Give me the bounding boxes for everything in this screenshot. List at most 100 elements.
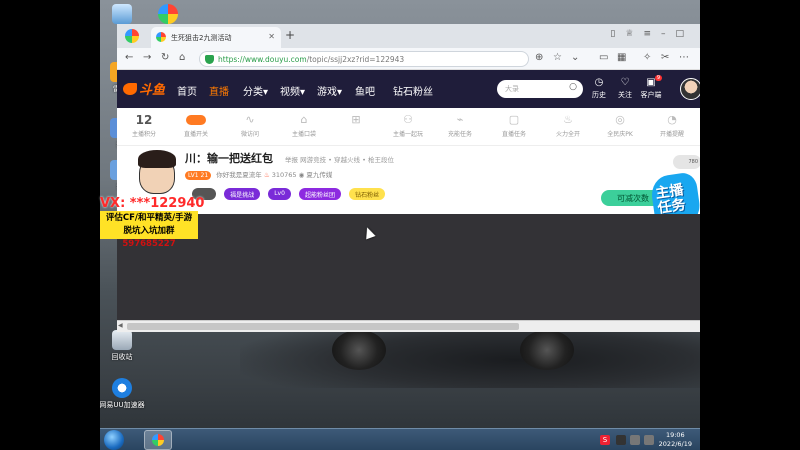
tool-micro-visit[interactable]: ∿ 微访问	[225, 113, 275, 138]
browser-logo-icon[interactable]	[125, 29, 139, 43]
caret-down-icon: ▾	[263, 87, 269, 98]
streamer-avatar[interactable]	[135, 148, 179, 196]
nav-diamond-fans[interactable]: 钻石粉丝	[393, 83, 433, 98]
cut-icon[interactable]: ✂	[661, 52, 669, 63]
url-path: /topic/ssjj2xz?rid=122943	[306, 55, 405, 64]
tool-full-fire[interactable]: ♨ 火力全开	[543, 113, 593, 138]
horizontal-scrollbar[interactable]: ◀	[117, 320, 700, 332]
new-tab-icon[interactable]: +	[285, 28, 295, 42]
tool-live-reminder[interactable]: ◔ 开播提醒	[647, 113, 697, 138]
minimize-icon[interactable]: –	[661, 29, 676, 39]
tool-anchor-pocket[interactable]: ⌂ 主播口袋	[279, 113, 329, 138]
history-button[interactable]: ◷ 历史	[587, 77, 611, 100]
chevron-down-icon[interactable]: ⌄	[571, 52, 579, 63]
pk-icon: ◎	[615, 113, 625, 126]
browser-icon	[158, 4, 178, 24]
tool-gift[interactable]: ⊞	[331, 113, 381, 129]
tool-live-switch[interactable]: 直播开关	[171, 113, 221, 138]
apps-icon[interactable]: ▦	[617, 52, 626, 63]
fire-icon: ♨	[563, 113, 573, 126]
tool-live-task[interactable]: ▢ 直播任务	[489, 113, 539, 138]
nav-yuba[interactable]: 鱼吧	[355, 83, 375, 98]
url-input[interactable]: https://www.douyu.com/topic/ssjj2xz?rid=…	[199, 51, 529, 67]
video-player[interactable]	[117, 214, 700, 320]
fire-icon: ♨	[263, 171, 270, 179]
network-icon[interactable]	[644, 435, 654, 445]
url-host: https://www.douyu.com	[218, 55, 307, 64]
forward-icon[interactable]: →	[143, 52, 151, 63]
tool-charge-task[interactable]: ⌁ 充能任务	[435, 113, 485, 138]
tool-anchor-points[interactable]: 12 主播积分	[119, 113, 169, 138]
scroll-left-icon[interactable]: ◀	[118, 322, 123, 329]
menu-icon[interactable]: ▯	[610, 29, 625, 39]
maximize-icon[interactable]: □	[675, 29, 694, 39]
level-text: LV1	[188, 172, 199, 179]
tray-icon[interactable]	[616, 435, 626, 445]
douyu-logo[interactable]: 斗鱼	[123, 79, 165, 98]
pill-challenge[interactable]: 福是挑战	[224, 188, 261, 200]
toggle-icon	[186, 115, 206, 125]
nav-label: 分类	[243, 87, 263, 98]
users-icon: ⚇	[403, 113, 413, 126]
back-icon[interactable]: ←	[125, 52, 133, 63]
nav-home[interactable]: 首页	[177, 83, 197, 98]
follow-nav-button[interactable]: ♡ 关注	[613, 77, 637, 100]
ad-qq-number: 597685227	[122, 239, 176, 249]
nav-live[interactable]: 直播	[209, 83, 229, 98]
zoom-icon[interactable]: ⊕	[535, 52, 543, 63]
desktop-icon-uu[interactable]: 网易UU加速器	[100, 378, 148, 410]
sidebar-icon[interactable]: ▭	[599, 52, 608, 63]
nav-category[interactable]: 分类▾	[243, 83, 268, 98]
search-icon[interactable]: ○	[569, 82, 577, 92]
tool-label: 全民庆PK	[607, 131, 633, 138]
heat-count: 310765	[271, 171, 297, 179]
tool-label: 主播口袋	[291, 131, 316, 138]
desktop-icon-computer[interactable]	[100, 4, 148, 26]
client-button[interactable]: ▣ 9 客户端	[639, 75, 663, 100]
desktop-icon-browser[interactable]	[142, 4, 194, 26]
start-button[interactable]	[104, 430, 124, 450]
tab-active[interactable]: 生死狙击2九测活动 ✕	[151, 27, 281, 48]
nav-video[interactable]: 视频▾	[280, 83, 305, 98]
taskbar: S 19:06 2022/6/19	[100, 428, 700, 450]
home-icon[interactable]: ⌂	[179, 52, 185, 63]
shirt-icon[interactable]: ♕	[625, 29, 643, 39]
pill-diamond-fans[interactable]: 钻石粉丝	[349, 188, 386, 200]
tool-play-together[interactable]: ⚇ 主播一起玩	[383, 113, 433, 138]
search-input[interactable]: 大录 ○	[497, 80, 583, 98]
client-label: 客户端	[640, 91, 662, 99]
extension-icon[interactable]: ✧	[643, 52, 651, 63]
history-label: 历史	[592, 91, 606, 99]
nav-games[interactable]: 游戏▾	[317, 83, 342, 98]
sogou-input-icon[interactable]: S	[600, 435, 610, 445]
tool-pk[interactable]: ◎ 全民庆PK	[595, 113, 645, 138]
ad-box: 评估CF/和平精英/手游 脱坑入坑加群 597685227	[100, 211, 198, 249]
search-placeholder: 大录	[505, 85, 519, 93]
level-badge: LV1 21	[185, 171, 212, 180]
user-avatar[interactable]	[680, 78, 700, 100]
anchor-tool-strip: 12 主播积分 直播开关 ∿ 微访问 ⌂ 主播口袋 ⊞ ⚇ 主播一起玩 ⌁ 充能…	[117, 108, 700, 146]
ad-line2-prefix: 脱坑入坑加群	[123, 226, 175, 236]
nav-label: 游戏	[317, 87, 337, 98]
history-icon: ◷	[594, 77, 604, 88]
reload-icon[interactable]: ↻	[161, 52, 169, 63]
clock[interactable]: 19:06 2022/6/19	[659, 431, 692, 449]
list-icon[interactable]: ≡	[643, 29, 661, 39]
volume-icon[interactable]	[630, 435, 640, 445]
pill-level[interactable]: Lv0	[268, 188, 291, 200]
taskbar-browser[interactable]	[144, 430, 172, 450]
desktop-icon-recycle-bin[interactable]: 回收站	[100, 330, 148, 362]
wallpaper-wheel	[520, 330, 574, 370]
heart-icon: ♡	[620, 77, 630, 88]
star-icon[interactable]: ☆	[553, 52, 562, 63]
notification-badge: 9	[654, 75, 662, 81]
more-icon[interactable]: ⋯	[679, 52, 689, 63]
follow-count: 780	[673, 155, 700, 169]
close-tab-icon[interactable]: ✕	[268, 32, 275, 41]
scroll-thumb[interactable]	[127, 323, 519, 330]
desktop-icon-label: 回收站	[111, 353, 133, 361]
tab-title: 生死狙击2九测活动	[171, 34, 232, 42]
room-title: 川：输一把送红包	[185, 152, 273, 165]
tool-label: 主播一起玩	[392, 131, 423, 138]
pill-fan-club[interactable]: 超能粉丝团	[299, 188, 342, 200]
